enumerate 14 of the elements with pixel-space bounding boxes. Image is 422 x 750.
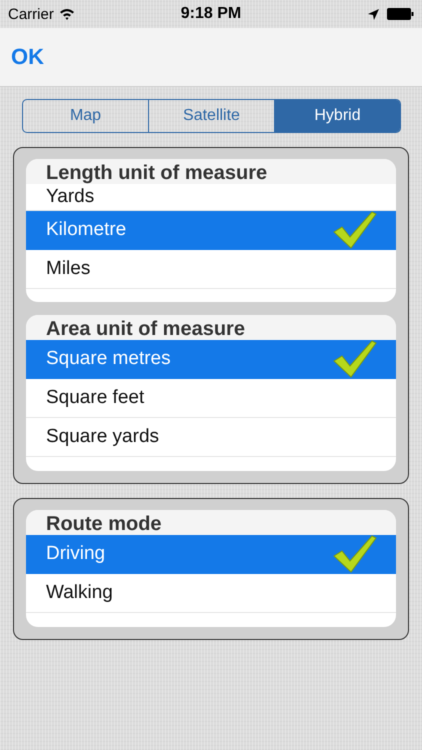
map-type-tab[interactable]: Hybrid	[274, 100, 400, 132]
wifi-icon	[58, 8, 75, 20]
section-title: Area unit of measure	[46, 318, 245, 340]
option-row[interactable]: Kilometre	[26, 211, 396, 250]
battery-icon	[387, 8, 414, 20]
option-row[interactable]: Square metres	[26, 340, 396, 379]
map-type-tab[interactable]: Map	[23, 100, 148, 132]
clock-time: 9:18 PM	[180, 5, 242, 23]
location-arrow-icon	[368, 8, 379, 20]
ok-button[interactable]: OK	[11, 44, 44, 70]
option-row[interactable]: Driving	[26, 535, 396, 574]
section-title: Length unit of measure	[46, 162, 268, 184]
carrier-label: Carrier	[8, 6, 54, 22]
section-title: Route mode	[46, 513, 162, 535]
